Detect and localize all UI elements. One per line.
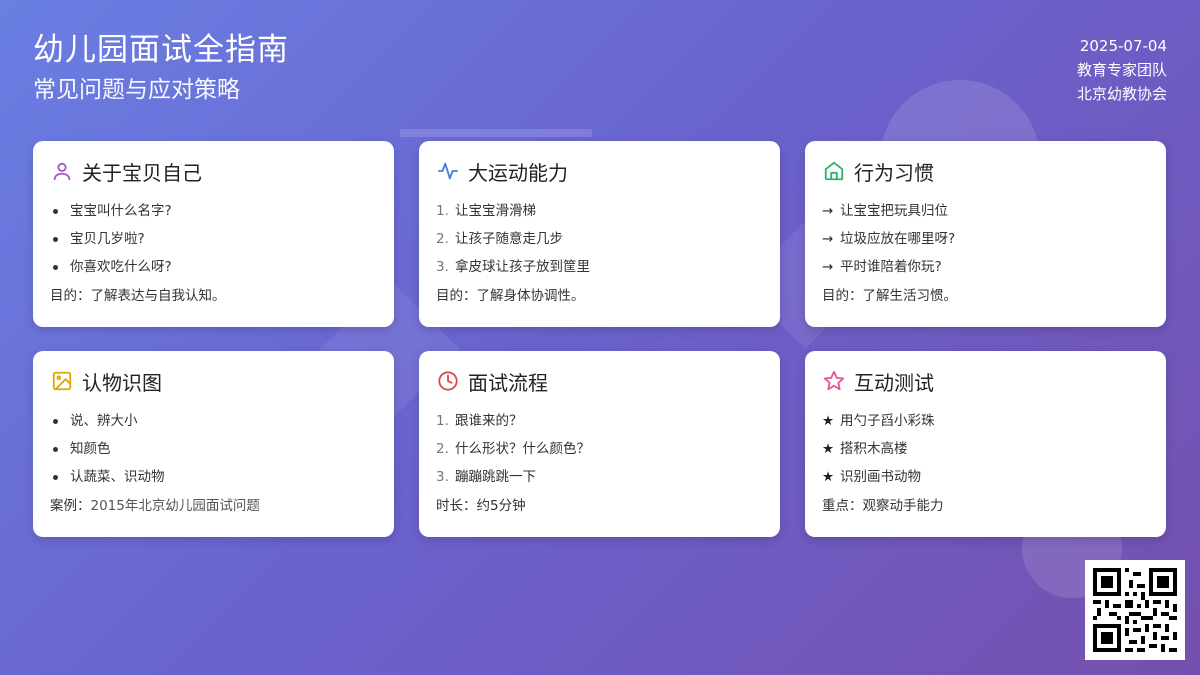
question-list: ★ 用勺子舀小彩珠 ★ 搭积木高楼 ★ 识别画书动物 bbox=[822, 407, 1149, 491]
question-list: 说、辨大小 知颜色 认蔬菜、识动物 bbox=[50, 407, 377, 491]
question-list: 1. 让宝宝滑滑梯 2. 让孩子随意走几步 3. 拿皮球让孩子放到筐里 bbox=[436, 197, 763, 281]
card-footnote: 案例：2015年北京幼儿园面试问题 bbox=[50, 498, 260, 514]
card-footnote: 目的：了解身体协调性。 bbox=[436, 288, 585, 304]
card-habits: 行为习惯 → 让宝宝把玩具归位 → 垃圾应放在哪里呀? → 平时谁陪着你玩? 目的：了… bbox=[805, 141, 1166, 327]
page-title: 幼儿园面试全指南 bbox=[33, 32, 289, 68]
question-list: → 让宝宝把玩具归位 → 垃圾应放在哪里呀? → 平时谁陪着你玩? bbox=[822, 197, 1149, 281]
page-subtitle: 常见问题与应对策略 bbox=[33, 77, 240, 103]
list-item: 你喜欢吃什么呀? bbox=[50, 253, 377, 281]
list-item: 2. 让孩子随意走几步 bbox=[436, 231, 563, 247]
list-item: → 垃圾应放在哪里呀? bbox=[822, 231, 956, 247]
user-icon bbox=[50, 159, 74, 183]
card-footnote: 重点：观察动手能力 bbox=[822, 498, 944, 514]
page-header: 幼儿园面试全指南 常见问题与应对策略 bbox=[33, 30, 289, 105]
list-item: 认蔬菜、识动物 bbox=[50, 463, 377, 491]
card-title: 关于宝贝自己 bbox=[82, 160, 202, 185]
card-title: 互动测试 bbox=[854, 370, 934, 395]
list-item: 3. 拿皮球让孩子放到筐里 bbox=[436, 259, 590, 275]
list-item: ★ 用勺子舀小彩珠 bbox=[822, 413, 935, 429]
card-footnote: 时长：约5分钟 bbox=[436, 498, 526, 514]
list-item: → 平时谁陪着你玩? bbox=[822, 259, 942, 275]
list-item: ★ 搭积木高楼 bbox=[822, 441, 908, 457]
card-object-recognition: 认物识图 说、辨大小 知颜色 认蔬菜、识动物 案例：2015年北京幼儿园面试问题 bbox=[33, 351, 394, 537]
list-item: 宝贝几岁啦? bbox=[50, 225, 377, 253]
list-item: 知颜色 bbox=[50, 435, 377, 463]
card-motor-skills: 大运动能力 1. 让宝宝滑滑梯 2. 让孩子随意走几步 3. 拿皮球让孩子放到筐里 目… bbox=[419, 141, 780, 327]
card-about-baby: 关于宝贝自己 宝宝叫什么名字? 宝贝几岁啦? 你喜欢吃什么呀? 目的：了解表达与… bbox=[33, 141, 394, 327]
clock-icon bbox=[436, 369, 460, 393]
org-label: 北京幼教协会 bbox=[1076, 85, 1167, 103]
card-title: 面试流程 bbox=[468, 370, 548, 395]
list-item: 2. 什么形状？什么颜色？ bbox=[436, 441, 590, 457]
question-list: 宝宝叫什么名字? 宝贝几岁啦? 你喜欢吃什么呀? bbox=[50, 197, 377, 281]
list-item: 1. 跟谁来的？ bbox=[436, 413, 523, 429]
home-icon bbox=[822, 159, 846, 183]
image-icon bbox=[50, 369, 74, 393]
card-interview-process: 面试流程 1. 跟谁来的？ 2. 什么形状？什么颜色？ 3. 蹦蹦跳跳一下 时长：约5… bbox=[419, 351, 780, 537]
list-item: → 让宝宝把玩具归位 bbox=[822, 203, 948, 219]
list-item: 宝宝叫什么名字? bbox=[50, 197, 377, 225]
date-label: 2025-07-04 bbox=[1079, 37, 1167, 55]
card-title: 大运动能力 bbox=[468, 160, 568, 185]
list-item: 说、辨大小 bbox=[50, 407, 377, 435]
header-meta: 2025-07-04 教育专家团队 北京幼教协会 bbox=[1077, 34, 1167, 106]
question-list: 1. 跟谁来的？ 2. 什么形状？什么颜色？ 3. 蹦蹦跳跳一下 bbox=[436, 407, 763, 491]
card-footnote: 目的：了解生活习惯。 bbox=[822, 288, 957, 304]
card-footnote: 目的：了解表达与自我认知。 bbox=[50, 288, 226, 304]
list-item: ★ 识别画书动物 bbox=[822, 469, 921, 485]
list-item: 1. 让宝宝滑滑梯 bbox=[436, 203, 536, 219]
star-icon bbox=[822, 369, 846, 393]
team-label: 教育专家团队 bbox=[1076, 61, 1167, 79]
card-title: 行为习惯 bbox=[854, 160, 934, 185]
activity-icon bbox=[436, 159, 460, 183]
card-title: 认物识图 bbox=[82, 370, 162, 395]
card-interactive-test: 互动测试 ★ 用勺子舀小彩珠 ★ 搭积木高楼 ★ 识别画书动物 重点：观察动手能力 bbox=[805, 351, 1166, 537]
list-item: 3. 蹦蹦跳跳一下 bbox=[436, 469, 536, 485]
qr-code-icon[interactable] bbox=[1085, 560, 1185, 660]
